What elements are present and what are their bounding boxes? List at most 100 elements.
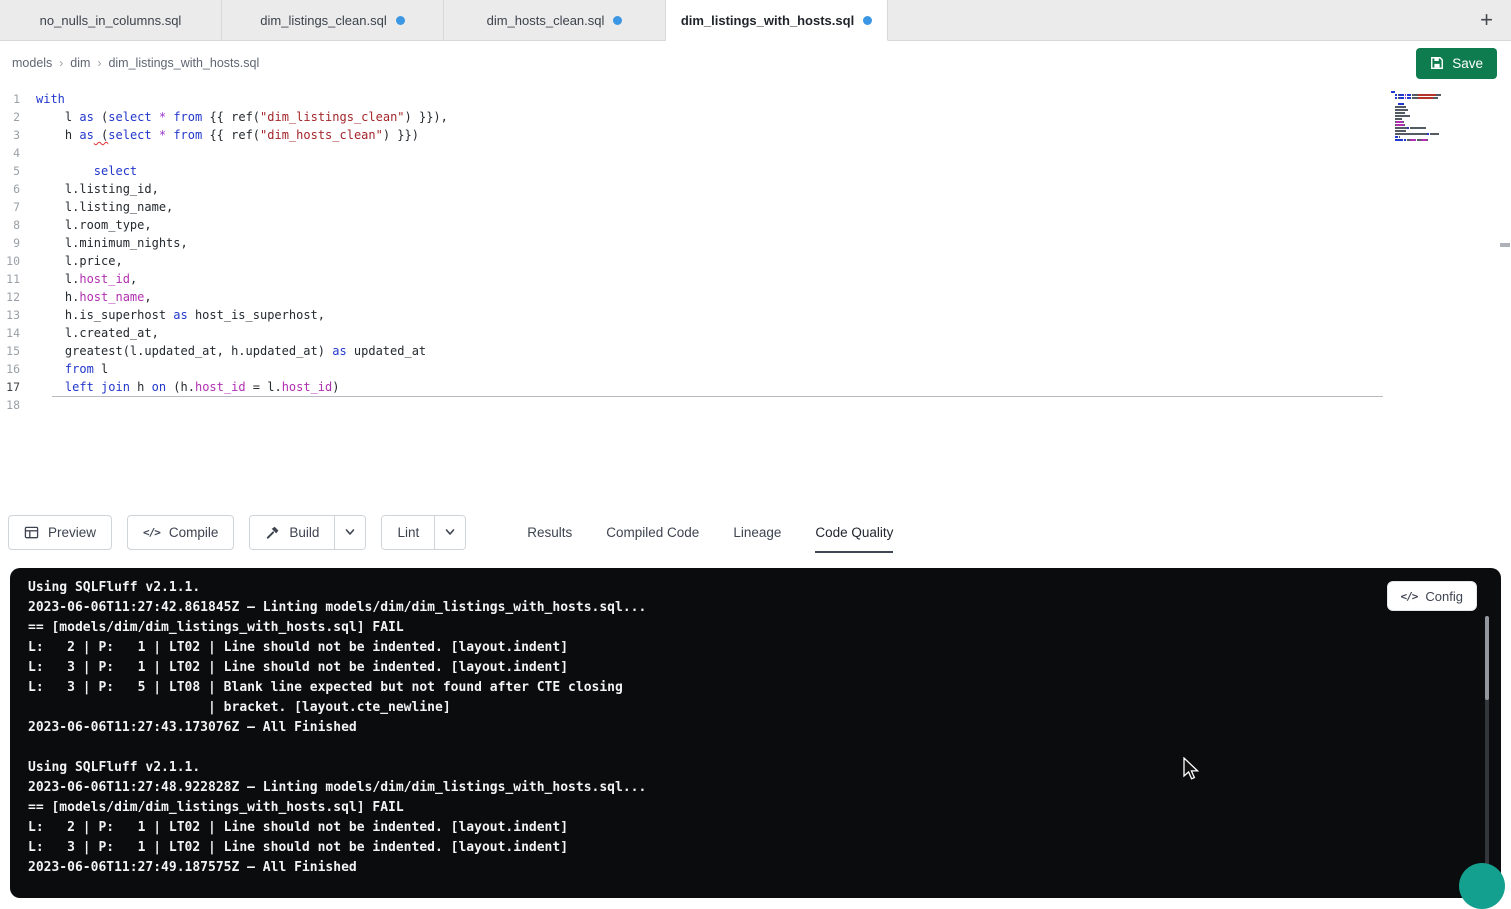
panel-tab-results[interactable]: Results xyxy=(527,511,572,553)
terminal-line: L: 3 | P: 5 | LT08 | Blank line expected… xyxy=(28,678,1501,698)
line-number: 12 xyxy=(0,288,36,306)
config-label: Config xyxy=(1425,589,1463,604)
breadcrumb-item[interactable]: dim xyxy=(70,56,90,70)
build-button[interactable]: Build xyxy=(250,516,334,549)
tab-label: dim_hosts_clean.sql xyxy=(487,13,605,28)
tab-dim-listings-with-hosts-sql[interactable]: dim_listings_with_hosts.sql xyxy=(666,0,888,41)
action-toolbar: Preview </> Compile Build Lint Results Co… xyxy=(0,511,1511,553)
code-line[interactable]: 7 l.listing_name, xyxy=(0,198,1511,216)
line-content: l.host_id, xyxy=(36,270,137,288)
terminal-scrollbar-thumb[interactable] xyxy=(1485,616,1489,700)
config-button[interactable]: </> Config xyxy=(1387,581,1477,611)
preview-button[interactable]: Preview xyxy=(8,515,112,550)
code-line[interactable]: 17 left join h on (h.host_id = l.host_id… xyxy=(0,378,1511,396)
line-number: 3 xyxy=(0,126,36,144)
editor-lines: 1with2 l as (select * from {{ ref("dim_l… xyxy=(0,90,1511,414)
tab-no-nulls-in-columns-sql[interactable]: no_nulls_in_columns.sql xyxy=(0,0,222,41)
code-line[interactable]: 1with xyxy=(0,90,1511,108)
terminal-line: == [models/dim/dim_listings_with_hosts.s… xyxy=(28,618,1501,638)
breadcrumb-item[interactable]: models xyxy=(12,56,52,70)
compile-icon: </> xyxy=(143,526,160,539)
terminal-line: 2023-06-06T11:27:42.861845Z — Linting mo… xyxy=(28,598,1501,618)
code-line[interactable]: 13 h.is_superhost as host_is_superhost, xyxy=(0,306,1511,324)
lint-options-button[interactable] xyxy=(434,516,465,549)
code-line[interactable]: 4 xyxy=(0,144,1511,162)
line-content: from l xyxy=(36,360,108,378)
code-line[interactable]: 8 l.room_type, xyxy=(0,216,1511,234)
build-label: Build xyxy=(289,525,319,540)
tab-bar-tabs: no_nulls_in_columns.sql dim_listings_clea… xyxy=(0,0,888,41)
terminal-line: 2023-06-06T11:27:48.922828Z — Linting mo… xyxy=(28,778,1501,798)
terminal-line: 2023-06-06T11:27:49.187575Z — All Finish… xyxy=(28,858,1501,878)
line-number: 8 xyxy=(0,216,36,234)
panel-tab-compiled-code[interactable]: Compiled Code xyxy=(606,511,699,553)
editor-minimap[interactable] xyxy=(1391,91,1465,144)
terminal-line: L: 2 | P: 1 | LT02 | Line should not be … xyxy=(28,638,1501,658)
terminal-panel: Using SQLFluff v2.1.1.2023-06-06T11:27:4… xyxy=(10,568,1501,898)
tab-bar-spacer: + xyxy=(888,0,1511,41)
terminal-line: L: 3 | P: 1 | LT02 | Line should not be … xyxy=(28,658,1501,678)
code-line[interactable]: 16 from l xyxy=(0,360,1511,378)
line-number: 5 xyxy=(0,162,36,180)
unsaved-dot-icon xyxy=(396,16,405,25)
line-content: h.is_superhost as host_is_superhost, xyxy=(36,306,325,324)
code-line[interactable]: 2 l as (select * from {{ ref("dim_listin… xyxy=(0,108,1511,126)
line-content: l.price, xyxy=(36,252,123,270)
help-widget-button[interactable] xyxy=(1459,863,1505,909)
line-content: greatest(l.updated_at, h.updated_at) as … xyxy=(36,342,426,360)
code-line[interactable]: 11 l.host_id, xyxy=(0,270,1511,288)
code-line[interactable]: 14 l.created_at, xyxy=(0,324,1511,342)
line-content: l.listing_id, xyxy=(36,180,159,198)
build-button-group: Build xyxy=(249,515,366,550)
line-number: 13 xyxy=(0,306,36,324)
code-line[interactable]: 10 l.price, xyxy=(0,252,1511,270)
save-button[interactable]: Save xyxy=(1416,48,1497,79)
line-number: 14 xyxy=(0,324,36,342)
line-number: 1 xyxy=(0,90,36,108)
line-content: select xyxy=(36,162,137,180)
line-number: 2 xyxy=(0,108,36,126)
terminal-line: L: 3 | P: 1 | LT02 | Line should not be … xyxy=(28,838,1501,858)
breadcrumb: models›dim›dim_listings_with_hosts.sql xyxy=(12,56,259,70)
lint-button-group: Lint xyxy=(381,515,466,550)
code-line[interactable]: 15 greatest(l.updated_at, h.updated_at) … xyxy=(0,342,1511,360)
plus-icon: + xyxy=(1480,7,1493,32)
code-editor[interactable]: 1with2 l as (select * from {{ ref("dim_l… xyxy=(0,85,1511,511)
breadcrumb-separator: › xyxy=(59,56,63,70)
editor-scrollbar-mark[interactable] xyxy=(1500,243,1510,247)
code-line[interactable]: 12 h.host_name, xyxy=(0,288,1511,306)
breadcrumb-item[interactable]: dim_listings_with_hosts.sql xyxy=(108,56,259,70)
code-line[interactable]: 18 xyxy=(0,396,1511,414)
unsaved-dot-icon xyxy=(863,16,872,25)
line-content: l.created_at, xyxy=(36,324,159,342)
chevron-down-icon xyxy=(344,526,356,538)
line-number: 15 xyxy=(0,342,36,360)
tab-label: no_nulls_in_columns.sql xyxy=(40,13,182,28)
new-tab-button[interactable]: + xyxy=(1474,7,1499,33)
code-line[interactable]: 3 h as (select * from {{ ref("dim_hosts_… xyxy=(0,126,1511,144)
code-line[interactable]: 9 l.minimum_nights, xyxy=(0,234,1511,252)
code-line[interactable]: 5 select xyxy=(0,162,1511,180)
line-number: 7 xyxy=(0,198,36,216)
line-content: left join h on (h.host_id = l.host_id) xyxy=(36,378,340,396)
panel-tab-code-quality[interactable]: Code Quality xyxy=(815,511,893,553)
tab-dim-hosts-clean-sql[interactable]: dim_hosts_clean.sql xyxy=(444,0,666,41)
tab-dim-listings-clean-sql[interactable]: dim_listings_clean.sql xyxy=(222,0,444,41)
compile-button[interactable]: </> Compile xyxy=(127,515,234,550)
panel-tabs: Results Compiled Code Lineage Code Quality xyxy=(527,511,893,553)
unsaved-dot-icon xyxy=(613,16,622,25)
terminal-line: Using SQLFluff v2.1.1. xyxy=(28,578,1501,598)
lint-button[interactable]: Lint xyxy=(382,516,434,549)
lint-label: Lint xyxy=(397,525,419,540)
line-content: h.host_name, xyxy=(36,288,152,306)
line-number: 18 xyxy=(0,396,36,414)
line-number: 11 xyxy=(0,270,36,288)
code-line[interactable]: 6 l.listing_id, xyxy=(0,180,1511,198)
line-content: l.room_type, xyxy=(36,216,152,234)
line-number: 16 xyxy=(0,360,36,378)
line-content: l as (select * from {{ ref("dim_listings… xyxy=(36,108,448,126)
terminal-scrollbar[interactable] xyxy=(1485,616,1489,874)
panel-tab-lineage[interactable]: Lineage xyxy=(733,511,781,553)
build-options-button[interactable] xyxy=(334,516,365,549)
preview-icon xyxy=(24,525,39,540)
